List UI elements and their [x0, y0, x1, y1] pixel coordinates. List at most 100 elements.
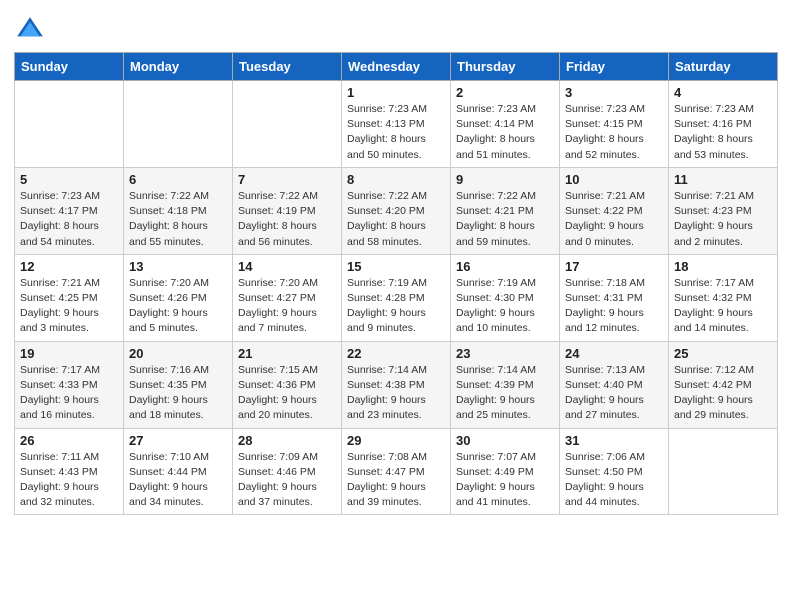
calendar-cell: 6 Sunrise: 7:22 AMSunset: 4:18 PMDaylight… — [124, 167, 233, 254]
day-number: 25 — [674, 346, 772, 361]
calendar-week-2: 12 Sunrise: 7:21 AMSunset: 4:25 PMDayligh… — [15, 254, 778, 341]
day-number: 15 — [347, 259, 445, 274]
calendar-week-1: 5 Sunrise: 7:23 AMSunset: 4:17 PMDaylight… — [15, 167, 778, 254]
calendar-cell: 29Sunrise: 7:08 AMSunset: 4:47 PMDayligh… — [342, 428, 451, 515]
day-number: 11 — [674, 172, 772, 187]
day-number: 28 — [238, 433, 336, 448]
day-info: Sunrise: 7:23 AMSunset: 4:16 PMDaylight:… — [674, 102, 772, 163]
day-number: 14 — [238, 259, 336, 274]
calendar-cell: 5 Sunrise: 7:23 AMSunset: 4:17 PMDaylight… — [15, 167, 124, 254]
calendar-cell: 25 Sunrise: 7:12 AMSunset: 4:42 PMDayligh… — [669, 341, 778, 428]
day-info: Sunrise: 7:13 AMSunset: 4:40 PMDaylight:… — [565, 363, 663, 424]
day-info: Sunrise: 7:22 AMSunset: 4:19 PMDaylight:… — [238, 189, 336, 250]
day-info: Sunrise: 7:18 AMSunset: 4:31 PMDaylight:… — [565, 276, 663, 337]
day-info: Sunrise: 7:21 AMSunset: 4:25 PMDaylight:… — [20, 276, 118, 337]
day-info: Sunrise: 7:12 AMSunset: 4:42 PMDaylight:… — [674, 363, 772, 424]
calendar-cell: 11 Sunrise: 7:21 AMSunset: 4:23 PMDayligh… — [669, 167, 778, 254]
calendar-header-sunday: Sunday — [15, 53, 124, 81]
logo — [14, 14, 50, 46]
day-info: Sunrise: 7:16 AMSunset: 4:35 PMDaylight:… — [129, 363, 227, 424]
day-info: Sunrise: 7:07 AMSunset: 4:49 PMDaylight:… — [456, 450, 554, 511]
day-info: Sunrise: 7:22 AMSunset: 4:18 PMDaylight:… — [129, 189, 227, 250]
calendar-cell: 27 Sunrise: 7:10 AMSunset: 4:44 PMDayligh… — [124, 428, 233, 515]
calendar-cell: 9 Sunrise: 7:22 AMSunset: 4:21 PMDaylight… — [451, 167, 560, 254]
day-number: 7 — [238, 172, 336, 187]
calendar-cell: 19 Sunrise: 7:17 AMSunset: 4:33 PMDayligh… — [15, 341, 124, 428]
calendar-header-saturday: Saturday — [669, 53, 778, 81]
calendar-header-friday: Friday — [560, 53, 669, 81]
day-info: Sunrise: 7:23 AMSunset: 4:14 PMDaylight:… — [456, 102, 554, 163]
day-info: Sunrise: 7:23 AMSunset: 4:15 PMDaylight:… — [565, 102, 663, 163]
calendar-header-thursday: Thursday — [451, 53, 560, 81]
calendar-cell — [124, 81, 233, 168]
calendar-cell: 28 Sunrise: 7:09 AMSunset: 4:46 PMDayligh… — [233, 428, 342, 515]
day-info: Sunrise: 7:21 AMSunset: 4:22 PMDaylight:… — [565, 189, 663, 250]
day-number: 1 — [347, 85, 445, 100]
calendar-cell — [233, 81, 342, 168]
calendar-week-4: 26Sunrise: 7:11 AMSunset: 4:43 PMDayligh… — [15, 428, 778, 515]
calendar-cell: 26Sunrise: 7:11 AMSunset: 4:43 PMDayligh… — [15, 428, 124, 515]
day-number: 16 — [456, 259, 554, 274]
day-number: 6 — [129, 172, 227, 187]
day-number: 13 — [129, 259, 227, 274]
calendar-cell: 18 Sunrise: 7:17 AMSunset: 4:32 PMDayligh… — [669, 254, 778, 341]
calendar-cell: 10 Sunrise: 7:21 AMSunset: 4:22 PMDayligh… — [560, 167, 669, 254]
calendar-header-wednesday: Wednesday — [342, 53, 451, 81]
day-info: Sunrise: 7:23 AMSunset: 4:17 PMDaylight:… — [20, 189, 118, 250]
day-info: Sunrise: 7:19 AMSunset: 4:28 PMDaylight:… — [347, 276, 445, 337]
calendar-cell: 16 Sunrise: 7:19 AMSunset: 4:30 PMDayligh… — [451, 254, 560, 341]
calendar-cell: 8Sunrise: 7:22 AMSunset: 4:20 PMDaylight… — [342, 167, 451, 254]
calendar-cell: 4 Sunrise: 7:23 AMSunset: 4:16 PMDaylight… — [669, 81, 778, 168]
day-number: 17 — [565, 259, 663, 274]
day-number: 23 — [456, 346, 554, 361]
header — [14, 10, 778, 46]
calendar-cell: 23 Sunrise: 7:14 AMSunset: 4:39 PMDayligh… — [451, 341, 560, 428]
calendar-week-3: 19 Sunrise: 7:17 AMSunset: 4:33 PMDayligh… — [15, 341, 778, 428]
day-info: Sunrise: 7:14 AMSunset: 4:39 PMDaylight:… — [456, 363, 554, 424]
calendar: SundayMondayTuesdayWednesdayThursdayFrid… — [14, 52, 778, 515]
calendar-cell: 20 Sunrise: 7:16 AMSunset: 4:35 PMDayligh… — [124, 341, 233, 428]
calendar-cell — [15, 81, 124, 168]
day-info: Sunrise: 7:17 AMSunset: 4:33 PMDaylight:… — [20, 363, 118, 424]
day-number: 12 — [20, 259, 118, 274]
day-number: 9 — [456, 172, 554, 187]
day-number: 30 — [456, 433, 554, 448]
day-info: Sunrise: 7:14 AMSunset: 4:38 PMDaylight:… — [347, 363, 445, 424]
calendar-cell: 21Sunrise: 7:15 AMSunset: 4:36 PMDayligh… — [233, 341, 342, 428]
day-number: 5 — [20, 172, 118, 187]
calendar-cell: 2Sunrise: 7:23 AMSunset: 4:14 PMDaylight… — [451, 81, 560, 168]
day-number: 20 — [129, 346, 227, 361]
calendar-cell: 1 Sunrise: 7:23 AMSunset: 4:13 PMDaylight… — [342, 81, 451, 168]
day-number: 19 — [20, 346, 118, 361]
day-info: Sunrise: 7:20 AMSunset: 4:27 PMDaylight:… — [238, 276, 336, 337]
day-info: Sunrise: 7:10 AMSunset: 4:44 PMDaylight:… — [129, 450, 227, 511]
day-info: Sunrise: 7:20 AMSunset: 4:26 PMDaylight:… — [129, 276, 227, 337]
calendar-cell: 13 Sunrise: 7:20 AMSunset: 4:26 PMDayligh… — [124, 254, 233, 341]
day-number: 31 — [565, 433, 663, 448]
day-number: 4 — [674, 85, 772, 100]
calendar-cell: 31Sunrise: 7:06 AMSunset: 4:50 PMDayligh… — [560, 428, 669, 515]
calendar-cell — [669, 428, 778, 515]
day-info: Sunrise: 7:09 AMSunset: 4:46 PMDaylight:… — [238, 450, 336, 511]
day-number: 8 — [347, 172, 445, 187]
day-number: 26 — [20, 433, 118, 448]
day-info: Sunrise: 7:21 AMSunset: 4:23 PMDaylight:… — [674, 189, 772, 250]
day-number: 21 — [238, 346, 336, 361]
calendar-header-monday: Monday — [124, 53, 233, 81]
day-info: Sunrise: 7:08 AMSunset: 4:47 PMDaylight:… — [347, 450, 445, 511]
day-number: 10 — [565, 172, 663, 187]
day-number: 27 — [129, 433, 227, 448]
day-info: Sunrise: 7:17 AMSunset: 4:32 PMDaylight:… — [674, 276, 772, 337]
day-info: Sunrise: 7:23 AMSunset: 4:13 PMDaylight:… — [347, 102, 445, 163]
day-info: Sunrise: 7:22 AMSunset: 4:21 PMDaylight:… — [456, 189, 554, 250]
calendar-week-0: 1 Sunrise: 7:23 AMSunset: 4:13 PMDaylight… — [15, 81, 778, 168]
calendar-cell: 12 Sunrise: 7:21 AMSunset: 4:25 PMDayligh… — [15, 254, 124, 341]
calendar-cell: 24 Sunrise: 7:13 AMSunset: 4:40 PMDayligh… — [560, 341, 669, 428]
day-info: Sunrise: 7:19 AMSunset: 4:30 PMDaylight:… — [456, 276, 554, 337]
calendar-cell: 7 Sunrise: 7:22 AMSunset: 4:19 PMDaylight… — [233, 167, 342, 254]
calendar-cell: 15 Sunrise: 7:19 AMSunset: 4:28 PMDayligh… — [342, 254, 451, 341]
calendar-header-row: SundayMondayTuesdayWednesdayThursdayFrid… — [15, 53, 778, 81]
day-number: 24 — [565, 346, 663, 361]
calendar-cell: 17 Sunrise: 7:18 AMSunset: 4:31 PMDayligh… — [560, 254, 669, 341]
day-number: 18 — [674, 259, 772, 274]
